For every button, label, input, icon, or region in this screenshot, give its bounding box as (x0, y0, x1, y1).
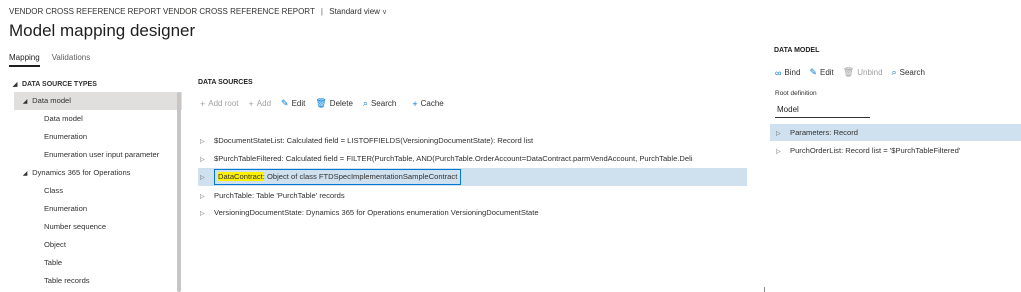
tree-item-enumeration-user-input-parameter[interactable]: Enumeration user input parameter (44, 146, 159, 164)
data-source-name: $DocumentStateList (214, 136, 283, 145)
page-title: Model mapping designer (9, 21, 196, 40)
root-definition-label: Root definition (775, 90, 817, 97)
breadcrumb: VENDOR CROSS REFERENCE REPORT VENDOR CRO… (9, 7, 387, 16)
pencil-icon: ✎ (281, 98, 289, 108)
data-sources-title: DATA SOURCES (198, 79, 253, 86)
unbind-label: Unbind (857, 68, 883, 77)
data-source-row-selected[interactable]: ▷ DataContract: Object of class FTDSpecIm… (198, 168, 747, 186)
cache-button[interactable]: + Cache (412, 99, 443, 109)
search-button[interactable]: ⌕ Search (892, 67, 925, 78)
bind-label: Bind (784, 68, 801, 77)
tree-item-class[interactable]: Class (44, 182, 63, 200)
search-icon: ⌕ (891, 67, 897, 77)
data-model-row[interactable]: ▷ PurchOrderList: Record list = '$PurchTa… (770, 142, 960, 159)
collapse-triangle-icon: ◢ (22, 99, 28, 105)
data-model-row-selected[interactable]: ▷ Parameters: Record (770, 124, 1021, 141)
add-root-button[interactable]: + Add root (200, 99, 239, 109)
tree-item-object[interactable]: Object (44, 236, 66, 254)
data-source-row[interactable]: ▷ PurchTable: Table 'PurchTable' records (200, 187, 345, 204)
chevron-down-icon: ∨ (381, 9, 388, 16)
data-source-types-panel: ◢ DATA SOURCE TYPES ◢ Data model Data mo… (8, 76, 184, 292)
expand-triangle-icon: ▷ (776, 131, 781, 137)
tab-mapping[interactable]: Mapping (9, 53, 40, 67)
plus-icon: + (412, 98, 418, 109)
tree-item-table[interactable]: Table (44, 254, 62, 272)
root-definition-field[interactable]: Model (775, 102, 870, 118)
unbind-button[interactable]: 🗑︎ Unbind (843, 67, 883, 78)
data-source-description: : Calculated field = LISTOFFIELDS(Versio… (282, 136, 534, 145)
data-model-toolbar: ∞ Bind ✎ Edit 🗑︎ Unbind ⌕ Search (775, 67, 934, 78)
tree-item-dynamics-365-group[interactable]: ◢ Dynamics 365 for Operations (20, 164, 131, 182)
link-icon: ∞ (775, 67, 782, 78)
tree-item-enumeration[interactable]: Enumeration (44, 200, 87, 218)
bind-button[interactable]: ∞ Bind (775, 68, 800, 78)
add-label: Add (256, 99, 272, 108)
tree-item-number-sequence[interactable]: Number sequence (44, 218, 106, 236)
tree-item-data-model-group[interactable]: ◢ Data model (14, 92, 182, 110)
data-source-description: : Dynamics 365 for Operations enumeratio… (301, 208, 539, 217)
tree-item-data-model[interactable]: Data model (44, 110, 83, 128)
tree-item-label: Dynamics 365 for Operations (32, 168, 131, 177)
breadcrumb-path: VENDOR CROSS REFERENCE REPORT VENDOR CRO… (9, 7, 315, 16)
data-source-description: : Object of class FTDSpecImplementationS… (262, 172, 458, 181)
search-icon: ⌕ (362, 98, 368, 108)
trash-icon: 🗑︎ (842, 67, 855, 77)
plus-icon: + (200, 98, 206, 109)
view-selector[interactable]: Standard view ∨ (329, 7, 387, 16)
data-sources-toolbar: + Add root + Add ✎ Edit 🗑︎ Delete ⌕ Search + C… (200, 98, 454, 109)
breadcrumb-separator: | (320, 7, 323, 16)
edit-button[interactable]: ✎ Edit (809, 67, 833, 78)
trash-icon: 🗑︎ (315, 98, 327, 108)
data-source-name: PurchTable (214, 191, 252, 200)
search-button[interactable]: ⌕ Search (363, 98, 396, 109)
expand-triangle-icon: ▷ (200, 175, 205, 181)
data-source-description: : Table 'PurchTable' records (252, 191, 345, 200)
data-source-types-label: DATA SOURCE TYPES (21, 81, 97, 88)
tree-item-enumeration[interactable]: Enumeration (44, 128, 87, 146)
data-model-title: DATA MODEL (774, 47, 820, 54)
data-model-row-label: PurchOrderList: Record list = '$PurchTab… (790, 146, 961, 155)
pencil-icon: ✎ (809, 67, 817, 77)
collapse-triangle-icon: ◢ (22, 171, 28, 177)
data-source-row[interactable]: ▷ $PurchTableFiltered: Calculated field =… (200, 150, 748, 167)
add-button[interactable]: + Add (249, 99, 272, 109)
tree-item-label: Data model (32, 96, 71, 105)
expand-triangle-icon: ▷ (200, 157, 205, 163)
data-model-row-label: Parameters: Record (790, 128, 858, 137)
data-source-focus-box: DataContract: Object of class FTDSpecImp… (214, 169, 462, 185)
pane-divider[interactable] (764, 287, 765, 292)
plus-icon: + (248, 98, 254, 109)
data-source-row[interactable]: ▷ $DocumentStateList: Calculated field = … (200, 132, 533, 149)
data-source-description: : Calculated field = FILTER(PurchTable, … (281, 154, 693, 163)
edit-label: Edit (819, 68, 834, 77)
tab-validations[interactable]: Validations (52, 53, 91, 67)
data-source-name: $PurchTableFiltered (214, 154, 282, 163)
data-source-name: VersioningDocumentState (214, 208, 302, 217)
edit-button[interactable]: ✎ Edit (281, 98, 305, 109)
expand-triangle-icon: ▷ (200, 211, 205, 217)
tab-bar: Mapping Validations (9, 53, 90, 67)
expand-triangle-icon: ▷ (200, 194, 205, 200)
expand-triangle-icon: ▷ (776, 149, 781, 155)
data-source-name: DataContract (218, 172, 263, 181)
delete-button[interactable]: 🗑︎ Delete (315, 98, 353, 109)
left-panel-scrollbar[interactable] (177, 92, 181, 292)
delete-label: Delete (329, 99, 353, 108)
search-label: Search (370, 99, 397, 108)
tree-item-table-records[interactable]: Table records (44, 272, 90, 290)
view-selector-label: Standard view (329, 7, 380, 16)
search-label: Search (899, 68, 925, 77)
expand-triangle-icon: ▷ (200, 139, 205, 145)
add-root-label: Add root (208, 99, 239, 108)
cache-label: Cache (420, 99, 444, 108)
edit-label: Edit (291, 99, 306, 108)
data-source-row[interactable]: ▷ VersioningDocumentState: Dynamics 365 f… (200, 204, 539, 221)
